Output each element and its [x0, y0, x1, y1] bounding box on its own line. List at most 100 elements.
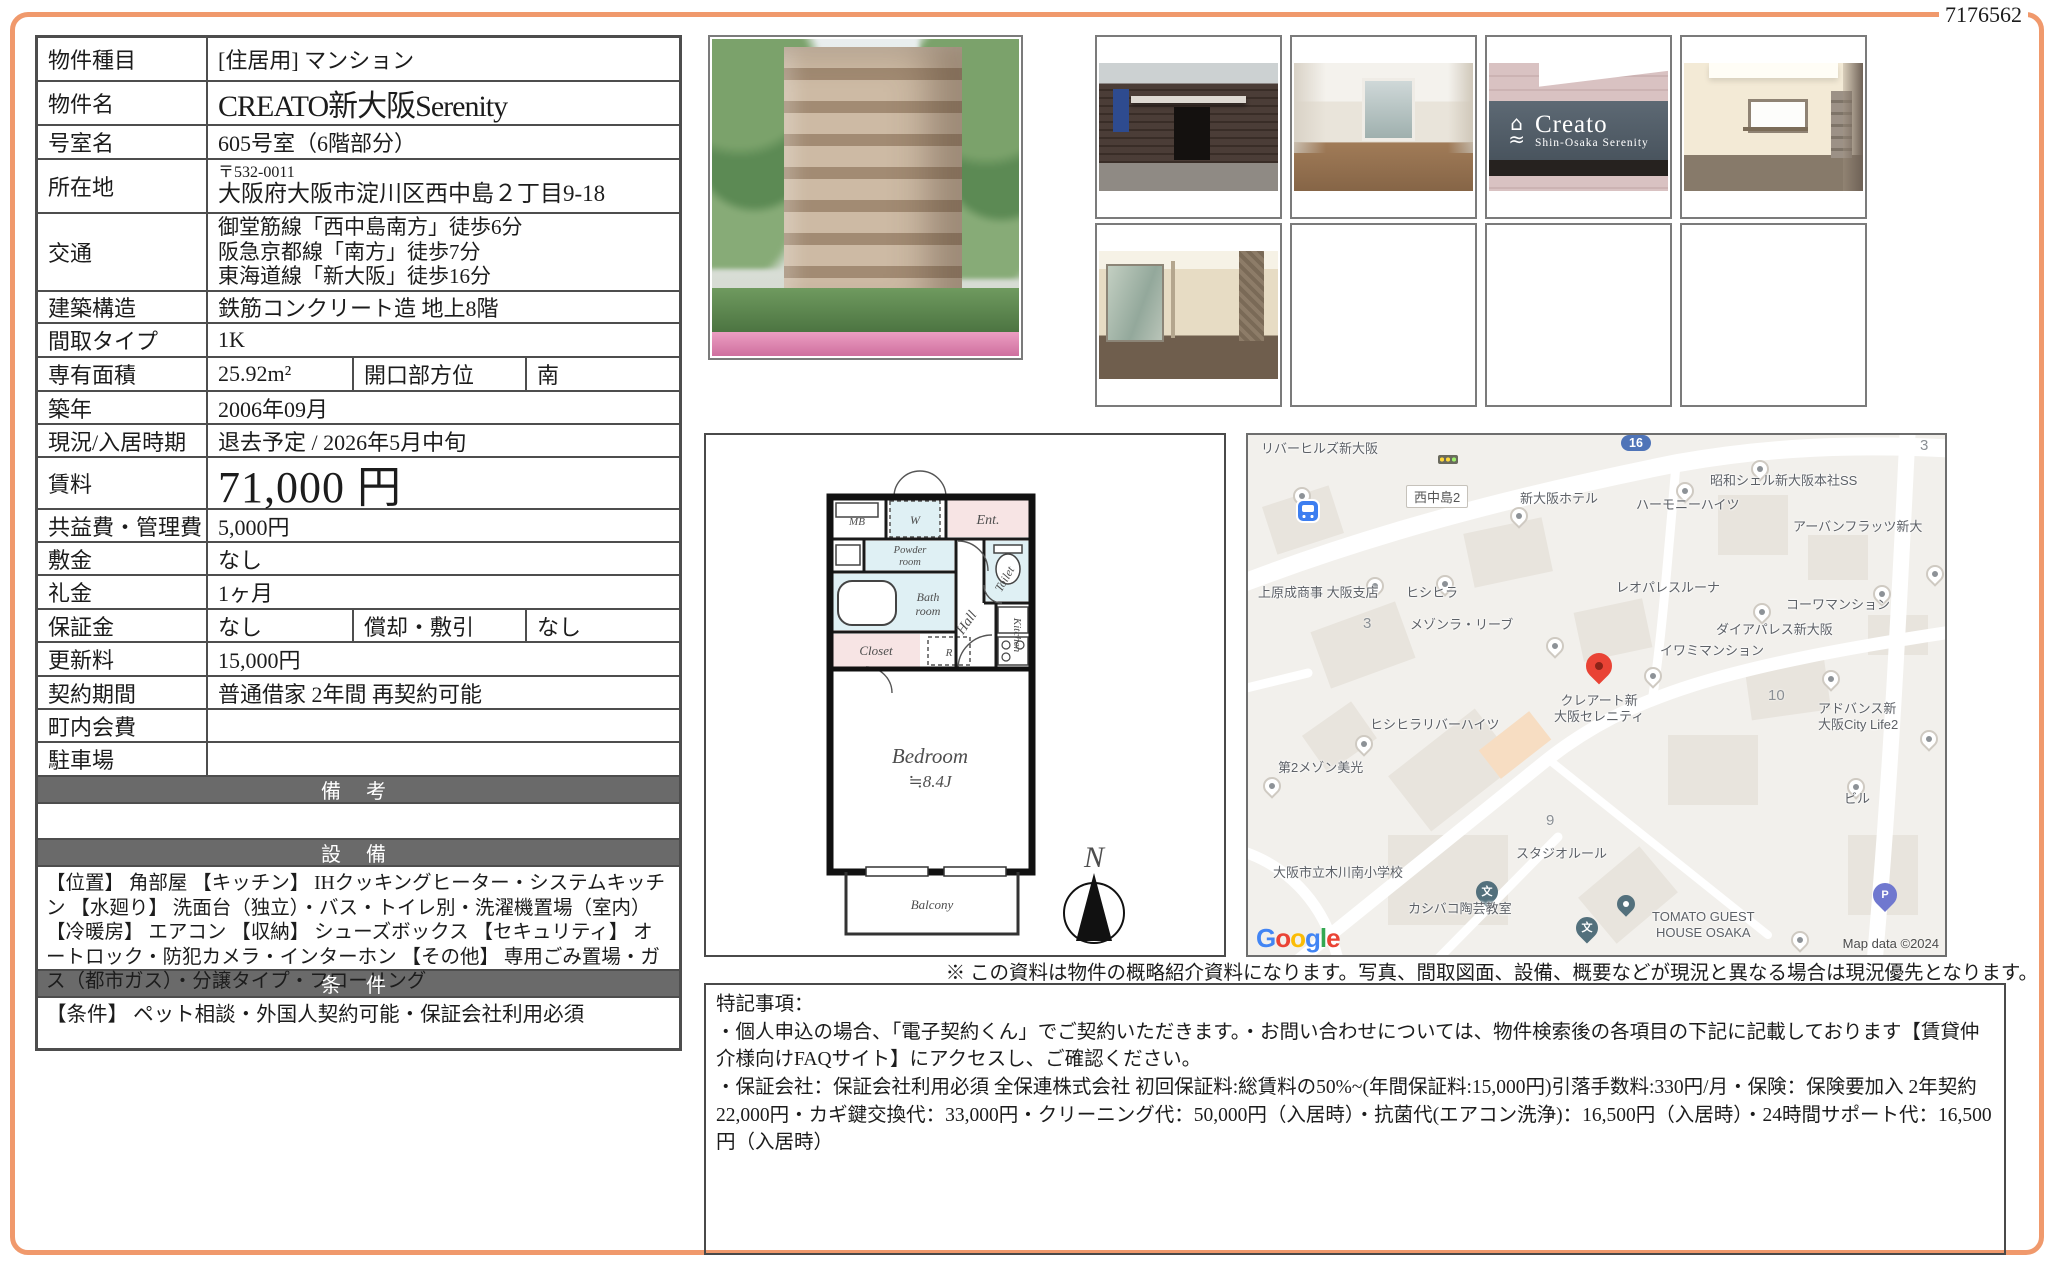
table-row: 保証金 なし 償却・敷引 なし: [38, 610, 679, 643]
traffic-light-icon: [1438, 455, 1458, 464]
svg-text:room: room: [916, 604, 941, 618]
remarks-content: [38, 804, 679, 840]
map-label: リバーヒルズ新大阪: [1261, 441, 1379, 456]
photo-interior-room: [1290, 35, 1477, 219]
svg-text:Balcony: Balcony: [911, 897, 954, 912]
special-notes-box: 特記事項： ・個人申込の場合、「電子契約くん」でご契約いただきます。・お問い合わ…: [704, 983, 2006, 1255]
row-label: 契約期間: [38, 677, 208, 708]
block-number: 3: [1920, 437, 1929, 454]
remarks-header: 備 考: [38, 777, 679, 804]
row-label: 専有面積: [38, 358, 208, 390]
row-value: 1ヶ月: [218, 581, 274, 606]
row-value: 605号室（6階部分）: [218, 131, 417, 156]
table-row: 号室名 605号室（6階部分）: [38, 126, 679, 160]
svg-text:Ent.: Ent.: [976, 513, 1000, 528]
row-label: 現況/入居時期: [38, 425, 208, 456]
row-label: 町内会費: [38, 710, 208, 741]
svg-text:≒8.4J: ≒8.4J: [908, 772, 952, 791]
row-label: 更新料: [38, 643, 208, 675]
table-row: 共益費・管理費 5,000円: [38, 510, 679, 543]
property-name: CREATO新大阪Serenity: [218, 90, 508, 123]
floor-plan-drawing: MB W Ent. Powder room Bath room Toilet H…: [826, 470, 1125, 944]
notes-line: ・保証会社：保証会社利用必須 全保連株式会社 初回保証料:総賃料の50%~(年間…: [716, 1077, 1992, 1154]
table-row: 更新料 15,000円: [38, 643, 679, 677]
map-label: イワミマンション: [1660, 643, 1765, 658]
north-label: N: [1083, 841, 1106, 874]
map-label: 昭和シェル新大阪本社SS: [1710, 473, 1858, 488]
row-value: [住居用] マンション: [218, 48, 415, 73]
table-row: 駐車場: [38, 743, 679, 777]
row-label: 礼金: [38, 576, 208, 608]
block-number: 9: [1546, 812, 1555, 829]
location-map: 文 文 P リバーヒルズ新大阪 西中島2 16 新大阪ホテル ハーモニーハイツ …: [1246, 433, 1947, 957]
row-label: 号室名: [38, 126, 208, 158]
map-label: 第2メゾン美光: [1278, 760, 1364, 775]
disclaimer-text: ※ この資料は物件の概略紹介資料になります。写真、間取図面、設備、概要などが現況…: [945, 963, 2038, 984]
svg-text:MB: MB: [848, 516, 865, 528]
row-label: 物件種目: [38, 38, 208, 80]
map-data-attribution: Map data ©2024: [1842, 936, 1939, 951]
row-label: 建築構造: [38, 292, 208, 322]
map-label: ビル: [1844, 791, 1871, 806]
transit-line: 御堂筋線「西中島南方」徒歩6分: [218, 214, 523, 239]
sign-title: Creato: [1534, 111, 1608, 139]
photo-placeholder-empty: [1680, 223, 1867, 407]
block-number: 10: [1768, 687, 1785, 704]
equipment-header: 設 備: [38, 840, 679, 867]
row-value: 5,000円: [218, 514, 290, 540]
route-shield: 16: [1621, 435, 1651, 451]
rent-amount: 71,000 円: [218, 463, 402, 512]
svg-text:Closet: Closet: [859, 643, 893, 658]
photo-entrance-hall: [1680, 35, 1867, 219]
postal-code: 〒532-0011: [218, 164, 295, 182]
row-value: 1K: [218, 327, 245, 352]
table-row: 町内会費: [38, 710, 679, 743]
address: 大阪府大阪市淀川区西中島２丁目9-18: [218, 181, 606, 207]
map-label: 上原成商事 大阪支店: [1258, 585, 1379, 600]
row-label: 保証金: [38, 610, 208, 641]
table-row: 交通 御堂筋線「西中島南方」徒歩6分 阪急京都線「南方」徒歩7分 東海道線「新大…: [38, 214, 679, 292]
svg-text:room: room: [899, 557, 921, 568]
map-label: レオパレスルーナ: [1616, 580, 1721, 595]
bus-stop-icon: [1298, 501, 1318, 521]
notes-line: ・個人申込の場合、「電子契約くん」でご契約いただきます。・お問い合わせについては…: [716, 1021, 1980, 1071]
row-label: 開口部方位: [354, 358, 527, 390]
table-row: 敷金 なし: [38, 543, 679, 576]
sign-subtitle: Shin-Osaka Serenity: [1534, 137, 1649, 150]
map-label: ダイアパレス新大阪: [1716, 622, 1833, 637]
row-label: 償却・敷引: [354, 610, 527, 641]
map-label: 新大阪ホテル: [1520, 491, 1599, 506]
table-row: 物件名 CREATO新大阪Serenity: [38, 82, 679, 126]
row-label: 共益費・管理費: [38, 510, 208, 541]
row-value: 鉄筋コンクリート造 地上8階: [218, 296, 499, 321]
conditions-content: 【条件】 ペット相談・外国人契約可能・保証会社利用必須: [46, 1004, 585, 1026]
photo-entrance-exterior: [1095, 35, 1282, 219]
table-row: 建築構造 鉄筋コンクリート造 地上8階: [38, 292, 679, 324]
row-label: 物件名: [38, 82, 208, 124]
floor-area: 25.92m²: [208, 358, 354, 390]
photo-creato-sign: ⌂ ≈ Creato Shin-Osaka Serenity: [1485, 35, 1672, 219]
table-row: 間取タイプ 1K: [38, 324, 679, 358]
document-number: 7176562: [1939, 2, 2028, 28]
block-number: 3: [1363, 615, 1372, 632]
row-label: 駐車場: [38, 743, 208, 775]
svg-text:Bedroom: Bedroom: [892, 744, 968, 768]
row-value: 普通借家 2年間 再契約可能: [218, 681, 483, 707]
svg-text:Kitchen: Kitchen: [1011, 617, 1023, 653]
map-label: 大阪市立木川南小学校: [1273, 865, 1404, 880]
road-name-label: 西中島2: [1406, 485, 1469, 508]
photo-placeholder-empty: [1485, 223, 1672, 407]
map-label: コーワマンション: [1786, 597, 1891, 612]
map-label: スタジオルール: [1516, 846, 1608, 861]
transit-line: 阪急京都線「南方」徒歩7分: [218, 239, 481, 264]
svg-text:R: R: [945, 647, 953, 659]
map-label: メゾンラ・リーブ: [1410, 617, 1514, 632]
map-label: カシバコ陶芸教室: [1408, 901, 1512, 916]
svg-text:Bath: Bath: [917, 590, 940, 604]
map-label: アドバンス新 大阪City Life2: [1818, 701, 1899, 733]
row-label: 敷金: [38, 543, 208, 574]
floor-plan: MB W Ent. Powder room Bath room Toilet H…: [704, 433, 1226, 957]
row-label: 賃料: [38, 458, 208, 508]
table-row: 所在地 〒532-0011 大阪府大阪市淀川区西中島２丁目9-18: [38, 160, 679, 214]
table-row: 契約期間 普通借家 2年間 再契約可能: [38, 677, 679, 710]
